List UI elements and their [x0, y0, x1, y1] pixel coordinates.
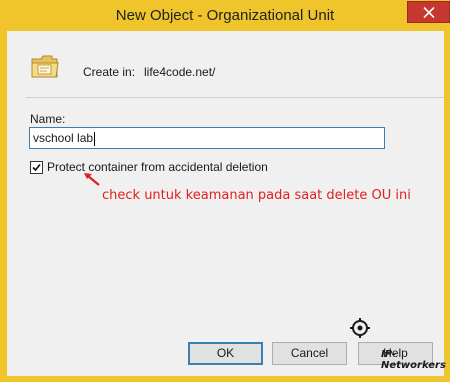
- create-in-label: Create in:: [83, 65, 136, 79]
- dialog-window: New Object - Organizational Unit Create …: [0, 0, 450, 382]
- name-input[interactable]: vschool lab: [29, 127, 385, 149]
- red-arrow-icon: [84, 173, 100, 186]
- annotation-text: check untuk keamanan pada saat delete OU…: [102, 188, 411, 203]
- cancel-button[interactable]: Cancel: [272, 342, 347, 365]
- close-button[interactable]: [407, 1, 450, 23]
- organizational-unit-folder-icon: [30, 52, 60, 80]
- watermark-text: IP-Networkers: [381, 349, 446, 371]
- text-caret: [94, 131, 96, 146]
- window-title: New Object - Organizational Unit: [115, 7, 335, 24]
- create-in-path: life4code.net/: [144, 65, 216, 79]
- protect-checkbox[interactable]: [30, 161, 43, 174]
- protect-checkbox-label[interactable]: Protect container from accidental deleti…: [47, 160, 268, 174]
- watermark-logo-icon: [350, 318, 370, 338]
- ok-button[interactable]: OK: [188, 342, 263, 365]
- close-icon: [423, 7, 435, 18]
- checkmark-icon: [32, 163, 41, 172]
- name-input-value: vschool lab: [33, 131, 94, 145]
- name-label: Name:: [30, 112, 66, 126]
- title-bar[interactable]: New Object - Organizational Unit: [0, 0, 450, 31]
- divider: [26, 97, 444, 98]
